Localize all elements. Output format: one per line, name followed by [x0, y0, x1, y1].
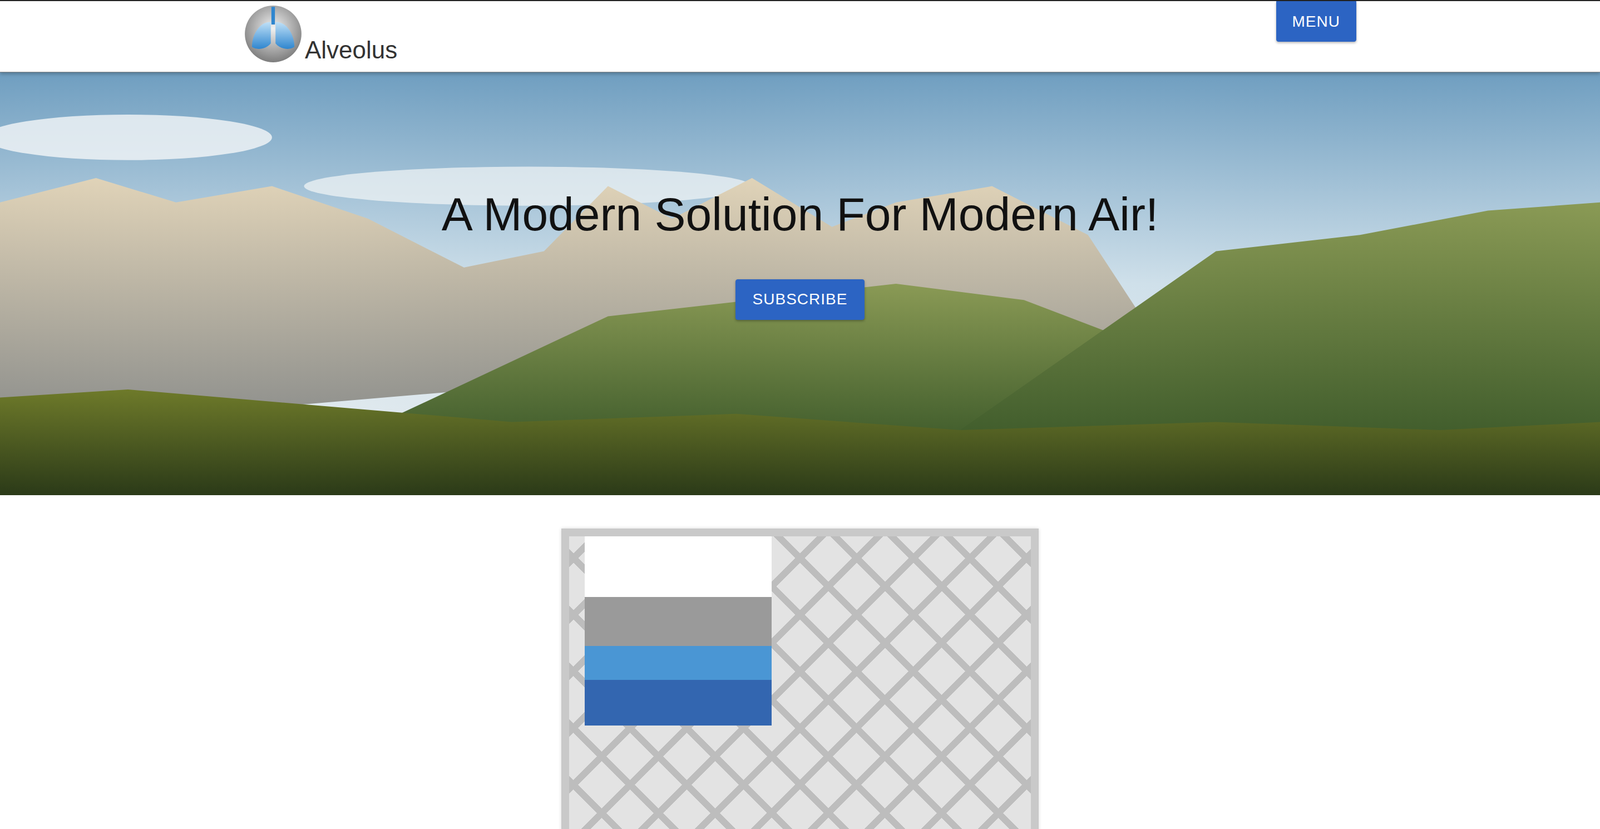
- logo-link[interactable]: Alveolus: [243, 1, 398, 71]
- hero-banner: A Modern Solution For Modern Air! SUBSCRI…: [0, 72, 1600, 496]
- hero-title: A Modern Solution For Modern Air!: [441, 186, 1159, 243]
- lungs-logo-icon: [243, 4, 303, 64]
- menu-button[interactable]: MENU: [1276, 1, 1357, 42]
- logo-text: Alveolus: [304, 37, 398, 64]
- site-header: Alveolus MENU: [0, 0, 1600, 73]
- product-section: [0, 495, 1600, 829]
- subscribe-button[interactable]: SUBSCRIBE: [735, 279, 866, 320]
- air-filter-photo: [561, 528, 1039, 829]
